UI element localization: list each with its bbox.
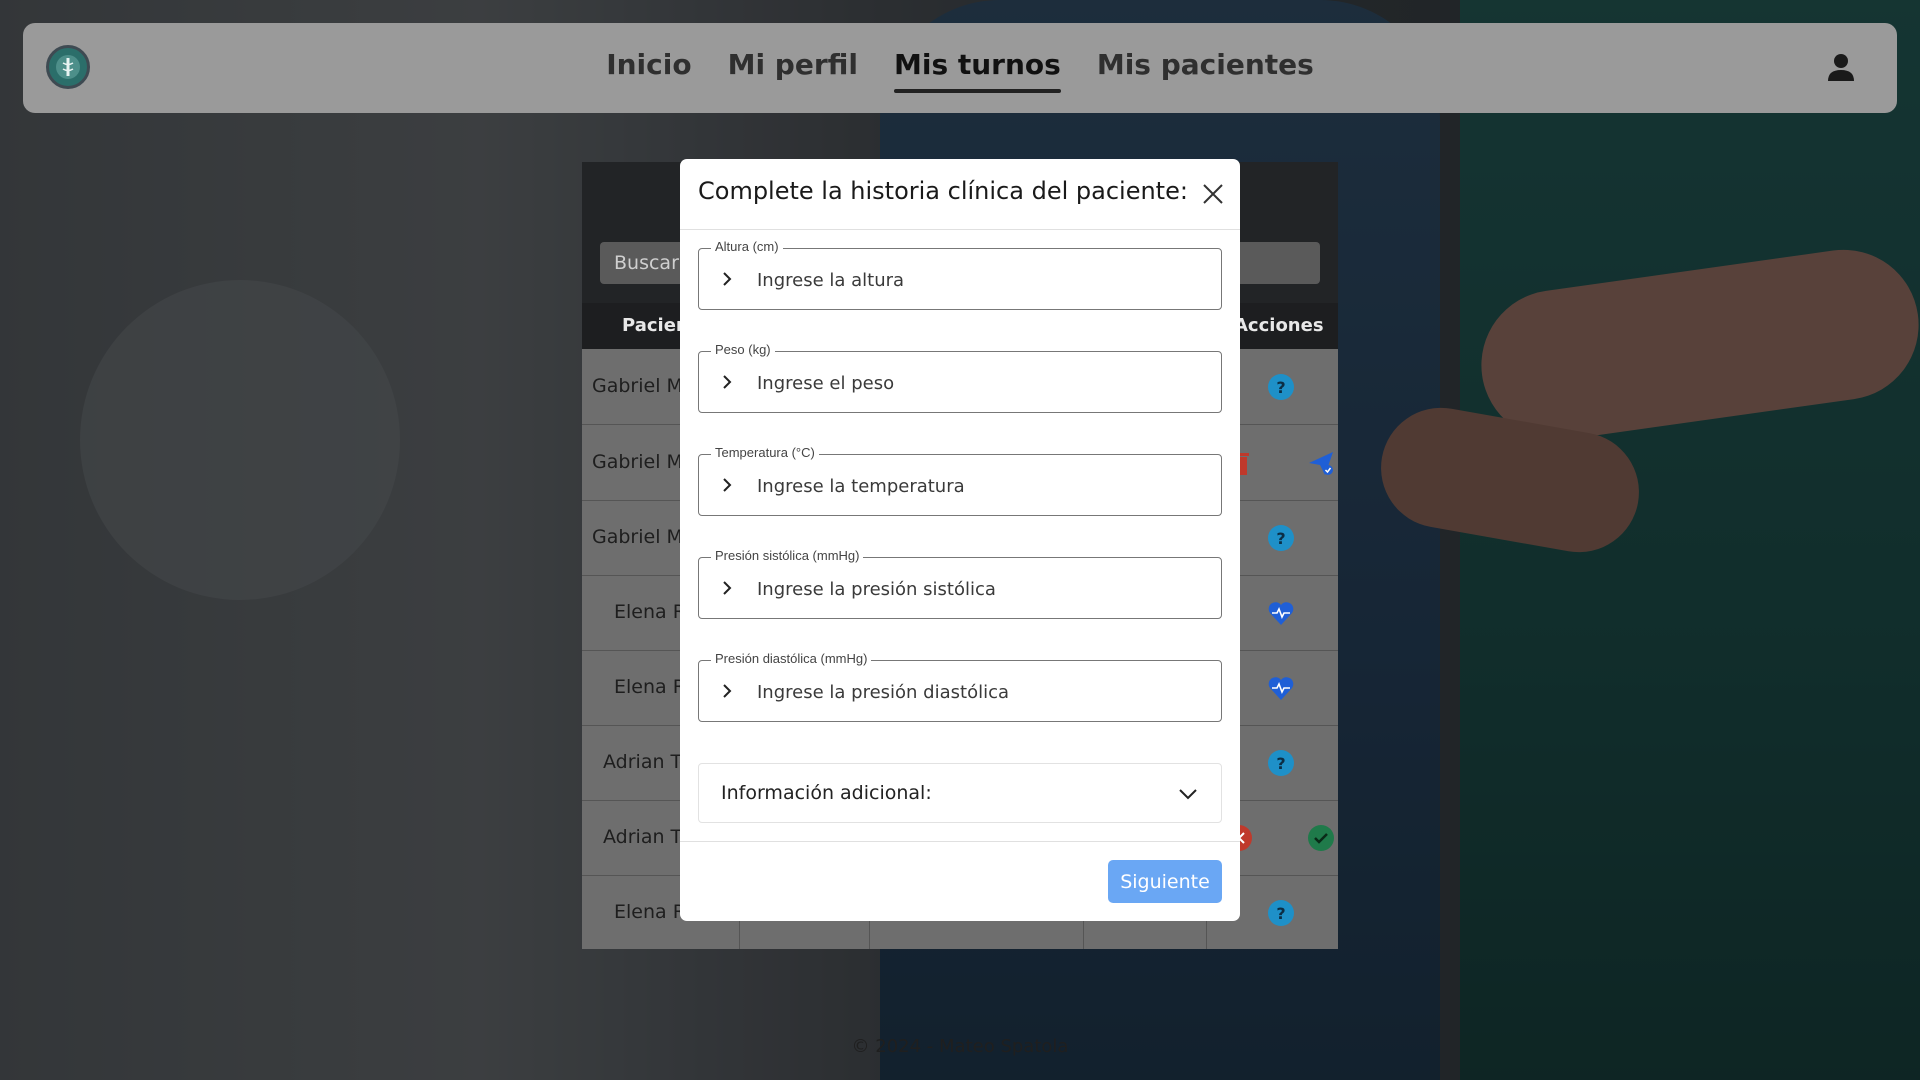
temperature-field: Temperatura (°C): [698, 445, 1222, 516]
send-check-icon[interactable]: [1307, 449, 1335, 477]
navbar: Inicio Mi perfil Mis turnos Mis paciente…: [23, 23, 1897, 113]
chevron-down-icon: [1179, 789, 1197, 800]
next-button[interactable]: Siguiente: [1108, 860, 1222, 903]
footer-copyright: © 2024 - Mateo Spatola: [851, 1036, 1069, 1057]
svg-text:?: ?: [1276, 754, 1285, 773]
modal-title: Complete la historia clínica del pacient…: [698, 177, 1188, 205]
help-icon[interactable]: ?: [1267, 899, 1295, 927]
chevron-right-icon: [723, 581, 732, 595]
svg-text:?: ?: [1276, 378, 1285, 397]
systolic-pressure-field: Presión sistólica (mmHg): [698, 548, 1222, 619]
nav-link-mi-perfil[interactable]: Mi perfil: [728, 48, 858, 89]
patient-name-cell: Elena R: [614, 901, 686, 923]
nav-link-inicio[interactable]: Inicio: [606, 48, 691, 89]
help-icon[interactable]: ?: [1267, 749, 1295, 777]
svg-text:?: ?: [1276, 529, 1285, 548]
close-icon[interactable]: [1200, 181, 1226, 207]
chevron-right-icon: [723, 375, 732, 389]
diastolic-pressure-label: Presión diastólica (mmHg): [711, 651, 872, 666]
heart-pulse-icon[interactable]: [1267, 599, 1295, 627]
weight-field: Peso (kg): [698, 342, 1222, 413]
chevron-right-icon: [723, 272, 732, 286]
patient-name-cell: Elena R: [614, 676, 686, 698]
temperature-input[interactable]: [755, 467, 1209, 505]
patient-name-cell: Elena R: [614, 601, 686, 623]
column-header-actions: Acciones: [1234, 315, 1324, 336]
chevron-right-icon: [723, 478, 732, 492]
additional-info-accordion[interactable]: Información adicional:: [698, 763, 1222, 823]
height-input[interactable]: [755, 261, 1209, 299]
clinical-history-modal: Complete la historia clínica del pacient…: [680, 159, 1240, 921]
height-field: Altura (cm): [698, 239, 1222, 310]
accordion-label: Información adicional:: [721, 782, 932, 804]
diastolic-pressure-field: Presión diastólica (mmHg): [698, 651, 1222, 722]
svg-text:?: ?: [1276, 904, 1285, 923]
column-header-patient: Pacien: [622, 315, 689, 336]
check-icon[interactable]: [1307, 824, 1335, 852]
height-label: Altura (cm): [711, 239, 783, 254]
nav-link-mis-pacientes[interactable]: Mis pacientes: [1097, 48, 1314, 89]
patient-name-cell: Adrian To: [603, 751, 691, 773]
temperature-label: Temperatura (°C): [711, 445, 819, 460]
diastolic-pressure-input[interactable]: [755, 673, 1209, 711]
weight-input[interactable]: [755, 364, 1209, 402]
help-icon[interactable]: ?: [1267, 373, 1295, 401]
chevron-right-icon: [723, 684, 732, 698]
user-icon[interactable]: [1825, 51, 1857, 83]
systolic-pressure-input[interactable]: [755, 570, 1209, 608]
systolic-pressure-label: Presión sistólica (mmHg): [711, 548, 864, 563]
nav-link-mis-turnos[interactable]: Mis turnos: [893, 48, 1061, 93]
patient-name-cell: Adrian To: [603, 826, 691, 848]
modal-footer: Siguiente: [680, 841, 1240, 921]
modal-header: Complete la historia clínica del pacient…: [680, 159, 1240, 230]
weight-label: Peso (kg): [711, 342, 775, 357]
heart-pulse-icon[interactable]: [1267, 674, 1295, 702]
help-icon[interactable]: ?: [1267, 524, 1295, 552]
main-nav: Inicio Mi perfil Mis turnos Mis paciente…: [23, 23, 1897, 113]
